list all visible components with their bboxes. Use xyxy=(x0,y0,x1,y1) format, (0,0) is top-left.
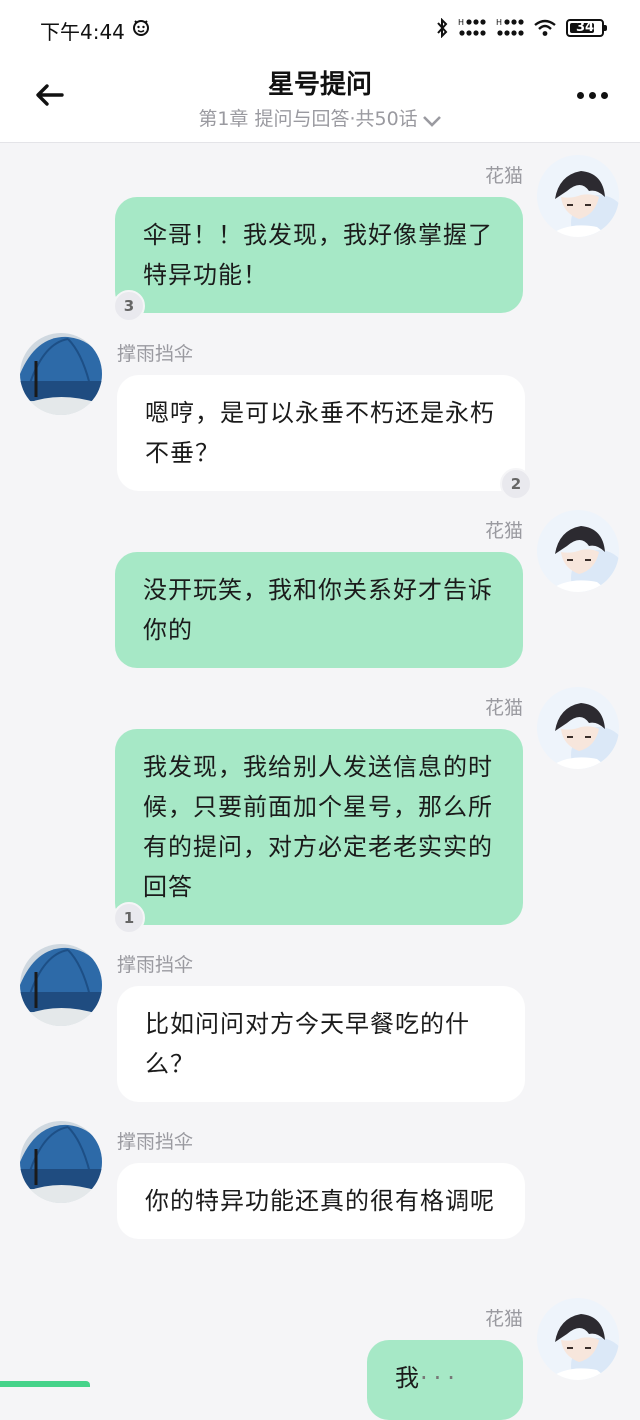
bluetooth-icon xyxy=(437,18,448,38)
avatar[interactable] xyxy=(537,510,619,592)
more-dot-icon xyxy=(600,91,608,99)
chapter-subtitle: 第1章 提问与回答·共50话 xyxy=(198,108,418,130)
sender-name: 花猫 xyxy=(484,520,523,542)
battery-icon: 34 xyxy=(566,19,607,37)
chevron-down-icon xyxy=(422,116,441,127)
reply-count-badge[interactable]: 3 xyxy=(113,290,145,322)
message-bubble[interactable]: 我··· xyxy=(367,1340,523,1420)
avatar-umbrella-image xyxy=(20,333,102,415)
status-icons: H H 34 xyxy=(436,14,607,42)
sender-name: 花猫 xyxy=(484,165,523,187)
avatar[interactable] xyxy=(537,1298,619,1380)
message-text: 我 xyxy=(395,1364,420,1392)
signal-icon: H xyxy=(458,18,486,36)
chapter-selector[interactable]: 第1章 提问与回答·共50话 xyxy=(0,104,640,131)
sender-name: 撑雨挡伞 xyxy=(117,954,194,976)
avatar-umbrella-image xyxy=(20,1121,102,1203)
typing-dots-icon: ··· xyxy=(420,1364,461,1392)
svg-text:H: H xyxy=(458,18,464,27)
status-bar: 下午4:44 H H 34 xyxy=(0,0,640,58)
message-bubble[interactable]: 我发现，我给别人发送信息的时候，只要前面加个星号，那么所有的提问，对方必定老老实… xyxy=(115,729,523,925)
avatar-boy-image xyxy=(537,510,619,592)
more-dot-icon xyxy=(588,91,596,99)
message-bubble[interactable]: 嗯哼，是可以永垂不朽还是永朽不垂？ xyxy=(117,375,525,491)
avatar-umbrella-image xyxy=(20,944,102,1026)
svg-text:H: H xyxy=(496,18,502,27)
bottom-progress-indicator xyxy=(0,1381,90,1387)
message-bubble[interactable]: 你的特异功能还真的很有格调呢 xyxy=(117,1163,525,1239)
sender-name: 撑雨挡伞 xyxy=(117,1131,194,1153)
status-time: 下午4:44 xyxy=(40,20,125,44)
avatar-boy-image xyxy=(537,687,619,769)
reply-count-badge[interactable]: 1 xyxy=(113,902,145,934)
more-dot-icon xyxy=(576,91,584,99)
avatar[interactable] xyxy=(20,944,102,1026)
message-bubble[interactable]: 伞哥！！我发现，我好像掌握了特异功能！ xyxy=(115,197,523,313)
message-bubble[interactable]: 比如问问对方今天早餐吃的什么？ xyxy=(117,986,525,1102)
avatar[interactable] xyxy=(537,687,619,769)
sender-name: 撑雨挡伞 xyxy=(117,343,194,365)
more-button[interactable] xyxy=(572,84,612,106)
avatar-boy-image xyxy=(537,155,619,237)
chat-list[interactable]: 花猫 伞哥！！我发现，我好像掌握了特异功能！ 3 撑雨挡伞 嗯哼，是可以永垂不朽… xyxy=(0,143,640,1420)
sender-name: 花猫 xyxy=(484,697,523,719)
sender-name: 花猫 xyxy=(484,1308,523,1330)
chapter-header: 星号提问 第1章 提问与回答·共50话 xyxy=(0,58,640,143)
wifi-icon xyxy=(534,19,556,36)
avatar[interactable] xyxy=(20,333,102,415)
signal-icon-2: H xyxy=(496,18,524,36)
smiley-icon xyxy=(133,20,149,36)
page-title: 星号提问 xyxy=(267,70,372,100)
message-bubble[interactable]: 没开玩笑，我和你关系好才告诉你的 xyxy=(115,552,523,668)
avatar[interactable] xyxy=(20,1121,102,1203)
avatar[interactable] xyxy=(537,155,619,237)
avatar-boy-image xyxy=(537,1298,619,1380)
battery-level: 34 xyxy=(575,20,595,35)
reply-count-badge[interactable]: 2 xyxy=(500,468,532,500)
